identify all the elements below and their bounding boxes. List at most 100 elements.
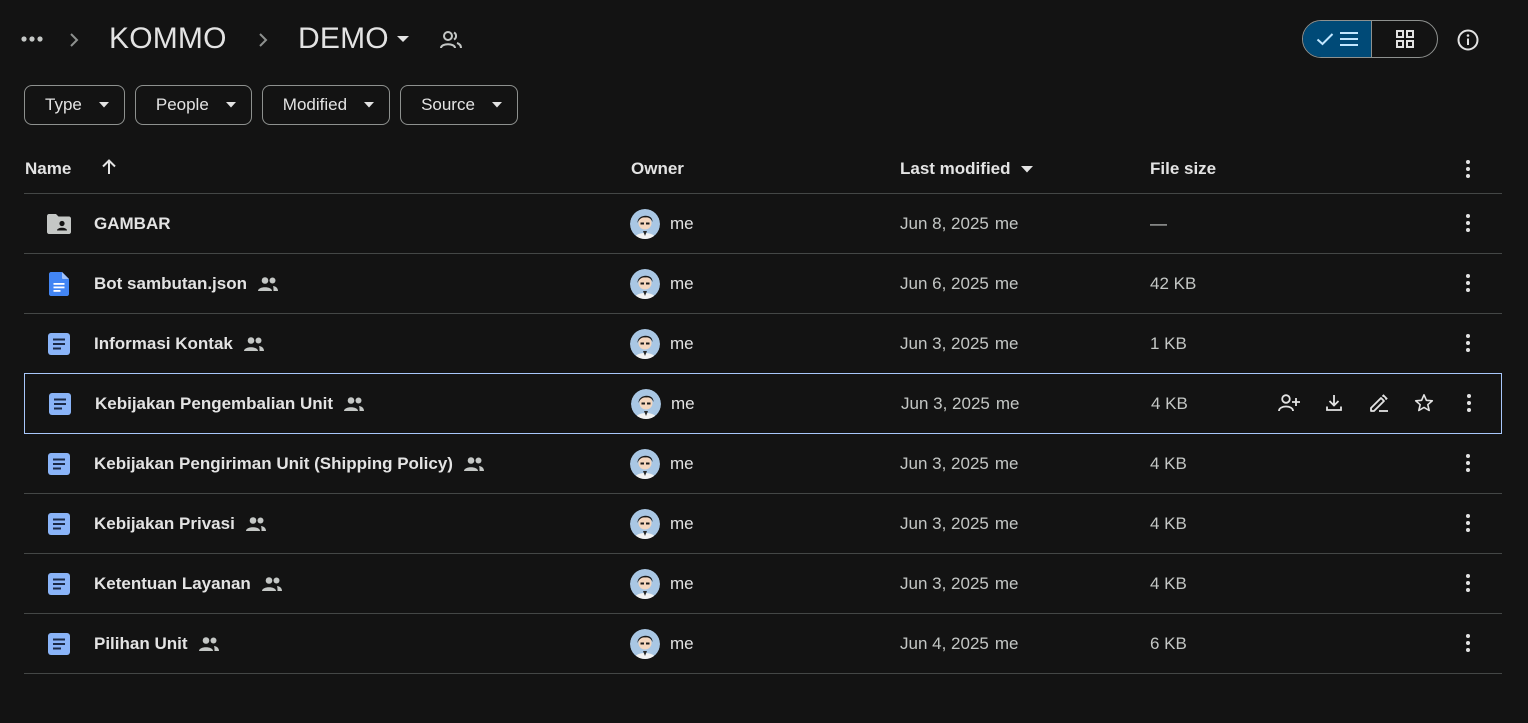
shared-folder-icon[interactable] (438, 27, 464, 53)
more-vert-icon[interactable] (1456, 331, 1480, 355)
file-name: Kebijakan Pengiriman Unit (Shipping Poli… (94, 453, 453, 473)
more-vert-icon[interactable] (1456, 451, 1480, 475)
more-vert-icon[interactable] (1457, 391, 1481, 415)
chevron-right-icon (64, 28, 84, 52)
filter-type[interactable]: Type (24, 85, 125, 125)
table-row[interactable]: Kebijakan Pengiriman Unit (Shipping Poli… (24, 434, 1502, 494)
more-vert-icon[interactable] (1456, 631, 1480, 655)
avatar (630, 508, 660, 539)
modified-by: me (994, 453, 1019, 473)
chevron-right-icon (253, 28, 273, 52)
owner-name: me (670, 513, 694, 533)
check-icon (1316, 32, 1334, 46)
file-size: 6 KB (1150, 633, 1187, 653)
owner-cell: me (630, 314, 694, 373)
modified-cell: Jun 6, 2025 me (900, 254, 1018, 313)
file-name: GAMBAR (94, 213, 171, 233)
file-name-cell: GAMBAR (94, 194, 171, 253)
rename-icon[interactable] (1367, 391, 1391, 415)
owner-name: me (670, 273, 694, 293)
shared-folder-icon (46, 211, 72, 237)
more-vert-icon[interactable] (1456, 571, 1480, 595)
arrow-drop-down-icon (491, 99, 503, 111)
breadcrumb-item-demo[interactable]: DEMO (298, 20, 389, 58)
file-name-cell: Kebijakan Privasi (94, 494, 267, 553)
more-vert-icon[interactable] (1456, 157, 1480, 181)
column-label: Owner (631, 159, 684, 178)
file-size: 4 KB (1150, 453, 1187, 473)
modified-by: me (994, 633, 1019, 653)
more-vert-icon[interactable] (1456, 271, 1480, 295)
more-vert-icon[interactable] (1456, 511, 1480, 535)
list-view-button[interactable] (1303, 21, 1372, 57)
shared-icon (243, 336, 265, 352)
avatar (630, 568, 660, 599)
column-header-last-modified[interactable]: Last modified (900, 158, 1033, 180)
size-cell: 1 KB (1150, 314, 1187, 373)
file-name: Bot sambutan.json (94, 273, 248, 293)
filter-source[interactable]: Source (400, 85, 518, 125)
arrow-up-icon[interactable] (100, 158, 118, 176)
table-row[interactable]: Informasi Kontak me Jun 3, 2025 me 1 KB (24, 314, 1502, 374)
size-cell: 42 KB (1150, 254, 1196, 313)
owner-name: me (670, 633, 694, 653)
grid-view-icon (1395, 30, 1414, 48)
shared-icon (463, 456, 485, 472)
column-header-name[interactable]: Name (25, 158, 71, 180)
size-cell: 4 KB (1150, 494, 1187, 553)
avatar (630, 328, 660, 359)
modified-date: Jun 3, 2025 (901, 393, 990, 413)
avatar (630, 628, 660, 659)
filter-modified[interactable]: Modified (261, 85, 391, 125)
modified-cell: Jun 8, 2025 me (900, 194, 1018, 253)
table-row[interactable]: Kebijakan Pengembalian Unit me Jun 3, 20… (24, 373, 1502, 434)
avatar (631, 388, 661, 419)
filter-people[interactable]: People (134, 85, 252, 125)
star-icon[interactable] (1412, 391, 1436, 415)
breadcrumb-item-kommo[interactable]: KOMMO (109, 20, 227, 58)
modified-cell: Jun 3, 2025 me (900, 554, 1018, 613)
google-doc-icon (46, 631, 72, 657)
file-name-cell: Kebijakan Pengiriman Unit (Shipping Poli… (94, 434, 485, 493)
modified-date: Jun 4, 2025 (900, 633, 989, 653)
view-toggle (1302, 20, 1438, 58)
file-name: Informasi Kontak (94, 333, 233, 353)
file-name-cell: Kebijakan Pengembalian Unit (95, 374, 365, 433)
file-size: 42 KB (1150, 273, 1197, 293)
file-size: 4 KB (1151, 393, 1188, 413)
arrow-drop-down-icon (1020, 165, 1033, 173)
row-actions (1277, 391, 1436, 415)
table-row[interactable]: Bot sambutan.json me Jun 6, 2025 me 42 K… (24, 254, 1502, 314)
google-doc-icon (47, 391, 73, 417)
table-row[interactable]: Ketentuan Layanan me Jun 3, 2025 me 4 KB (24, 554, 1502, 614)
download-icon[interactable] (1322, 391, 1346, 415)
column-label: File size (1150, 159, 1217, 178)
google-doc-icon (46, 331, 72, 357)
owner-name: me (670, 573, 694, 593)
modified-by: me (994, 273, 1019, 293)
owner-cell: me (630, 614, 694, 673)
more-horiz-icon[interactable] (20, 26, 44, 52)
modified-by: me (994, 333, 1019, 353)
owner-cell: me (631, 374, 695, 433)
google-doc-icon (46, 451, 72, 477)
shared-icon (257, 276, 279, 292)
top-bar: KOMMO DEMO (0, 0, 1528, 80)
size-cell: 4 KB (1150, 554, 1187, 613)
grid-view-button[interactable] (1372, 21, 1437, 57)
google-doc-icon (46, 571, 72, 597)
filter-label: People (155, 95, 209, 114)
arrow-drop-down-icon[interactable] (392, 28, 414, 50)
share-icon[interactable] (1277, 391, 1301, 415)
filter-label: Modified (282, 95, 348, 114)
file-name: Kebijakan Privasi (94, 513, 235, 533)
arrow-drop-down-icon (98, 99, 110, 111)
info-icon[interactable] (1454, 26, 1482, 54)
modified-cell: Jun 4, 2025 me (900, 614, 1018, 673)
table-row[interactable]: Pilihan Unit me Jun 4, 2025 me 6 KB (24, 614, 1502, 674)
table-row[interactable]: GAMBAR me Jun 8, 2025 me — (24, 194, 1502, 254)
more-vert-icon[interactable] (1456, 211, 1480, 235)
table-row[interactable]: Kebijakan Privasi me Jun 3, 2025 me 4 KB (24, 494, 1502, 554)
google-doc-icon (46, 511, 72, 537)
modified-date: Jun 3, 2025 (900, 513, 989, 533)
